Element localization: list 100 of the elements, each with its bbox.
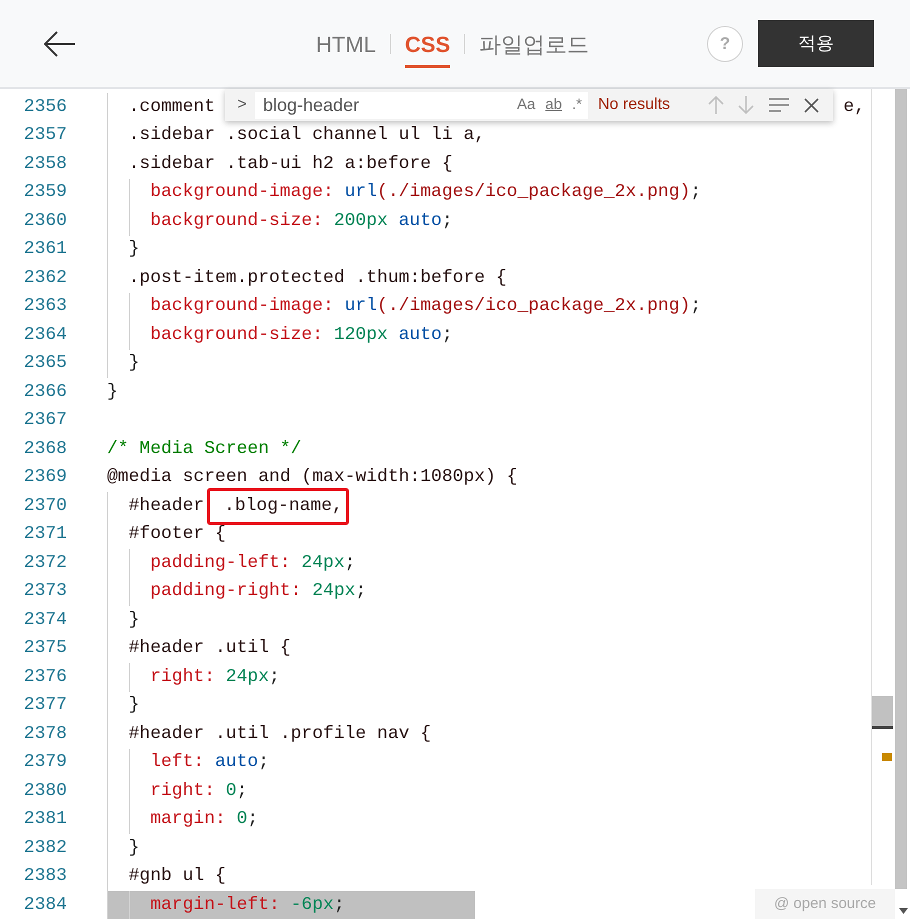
code-token: #header xyxy=(128,494,204,518)
line-number: 2377 xyxy=(22,694,67,718)
code-token: #footer { xyxy=(128,523,226,546)
code-token: } xyxy=(128,238,140,262)
code-token: ; xyxy=(344,552,356,575)
line-number: 2382 xyxy=(22,836,67,860)
code-token: auto xyxy=(214,751,258,774)
code-token: background-image: xyxy=(150,181,334,204)
code-token: (./images/ico_package_2x.png) xyxy=(377,181,690,204)
line-number: 2360 xyxy=(22,210,67,233)
caret-icon[interactable] xyxy=(899,908,908,914)
code-token: ; xyxy=(258,751,270,774)
find-option[interactable]: .* xyxy=(572,94,582,116)
code-token: } xyxy=(128,836,140,860)
code-token: margin-left: xyxy=(150,894,280,917)
code-token: ; xyxy=(355,580,366,604)
code-token: auto xyxy=(398,210,442,233)
line-number: 2368 xyxy=(22,438,67,461)
open-source-label: @ open source xyxy=(755,889,895,919)
line-number: 2384 xyxy=(22,894,67,917)
line-number: 2372 xyxy=(22,552,67,575)
code-token: ; xyxy=(690,295,702,318)
back-arrow-icon[interactable] xyxy=(44,30,76,56)
line-number: 2379 xyxy=(22,751,67,774)
code-token: 0 xyxy=(224,780,237,803)
line-number: 2378 xyxy=(22,722,67,746)
code-token: ; xyxy=(236,780,248,803)
code-token: @media screen and (max-width:1080px) { xyxy=(107,466,518,490)
code-token: padding-left: xyxy=(150,552,291,575)
code-token: #gnb ul { xyxy=(128,865,226,888)
editor-tab[interactable]: 파일업로드 xyxy=(479,20,590,68)
line-number: 2357 xyxy=(22,124,67,148)
line-number: 2359 xyxy=(22,181,67,204)
code-token: ; xyxy=(442,210,453,233)
code-token: auto xyxy=(398,324,442,347)
code-token: right: xyxy=(150,666,215,689)
line-number: 2383 xyxy=(22,865,67,888)
code-token: left: xyxy=(150,751,204,774)
line-number: 2364 xyxy=(22,324,67,347)
line-number: 2374 xyxy=(22,608,67,632)
line-number: 2363 xyxy=(22,295,67,318)
code-token: #header .util { xyxy=(128,637,291,660)
code-token: .blog-name, xyxy=(207,488,349,525)
overview-marker xyxy=(882,753,892,761)
code-token: url xyxy=(344,295,378,318)
code-token: right: xyxy=(150,780,215,803)
code-token: margin: xyxy=(150,808,226,832)
scrollbar-thumb[interactable] xyxy=(872,696,893,729)
code-token: (./images/ico_package_2x.png) xyxy=(377,295,690,318)
line-number: 2370 xyxy=(22,494,67,518)
line-number: 2376 xyxy=(22,666,67,689)
code-token: ; xyxy=(269,666,280,689)
code-token: e, xyxy=(843,96,865,119)
code-token: 24px xyxy=(224,666,270,689)
editor-tab[interactable]: CSS xyxy=(404,20,450,68)
code-token: /* Media Screen */ xyxy=(107,438,302,461)
expand-toggle[interactable]: > xyxy=(231,93,253,117)
code-token: -6px xyxy=(290,894,334,917)
line-number: 2380 xyxy=(22,780,67,803)
code-token: background-size: xyxy=(150,324,324,347)
find-option[interactable]: Aa xyxy=(516,94,536,116)
find-option[interactable]: ab xyxy=(545,94,562,116)
line-number: 2375 xyxy=(22,637,67,660)
code-token: } xyxy=(128,694,140,718)
code-token: 24px xyxy=(311,580,356,604)
editor-tab[interactable]: HTML xyxy=(316,20,376,68)
code-token: .post-item.protected .thum:before { xyxy=(128,266,507,290)
find-status: No results xyxy=(598,95,670,115)
line-number: 2366 xyxy=(22,380,67,404)
line-number: 2371 xyxy=(22,523,67,546)
line-number: 2365 xyxy=(22,352,67,376)
code-token: .sidebar .tab-ui h2 a:before { xyxy=(128,152,453,176)
line-number: 2362 xyxy=(22,266,67,290)
find-input[interactable]: blog-header Aa ab .* xyxy=(255,92,588,118)
help-button[interactable]: ? xyxy=(707,26,743,62)
apply-button[interactable]: 적용 xyxy=(758,20,874,67)
code-token: background-image: xyxy=(150,295,334,318)
code-token: .comment xyxy=(128,96,216,119)
line-number: 2381 xyxy=(22,808,67,832)
code-token: ; xyxy=(442,324,453,347)
close-icon[interactable] xyxy=(804,98,819,112)
code-token: 0 xyxy=(236,808,248,832)
code-token: #header .util .profile nav { xyxy=(128,722,432,746)
line-number: 2369 xyxy=(22,466,67,490)
lines-icon[interactable] xyxy=(768,97,790,113)
code-token: ; xyxy=(247,808,258,832)
line-number: 2358 xyxy=(22,152,67,176)
code-token: padding-right: xyxy=(150,580,302,604)
code-token: 200px xyxy=(332,210,388,233)
code-token: } xyxy=(107,380,118,404)
code-token: 24px xyxy=(300,552,345,575)
line-number: 2361 xyxy=(22,238,67,262)
code-token: url xyxy=(344,181,378,204)
code-token: } xyxy=(128,608,140,632)
code-token: background-size: xyxy=(150,210,324,233)
code-token: 120px xyxy=(332,324,388,347)
line-number: 2367 xyxy=(22,409,67,432)
line-number: 2356 xyxy=(22,96,67,119)
code-token: } xyxy=(128,352,140,376)
code-token: ; xyxy=(334,894,345,917)
